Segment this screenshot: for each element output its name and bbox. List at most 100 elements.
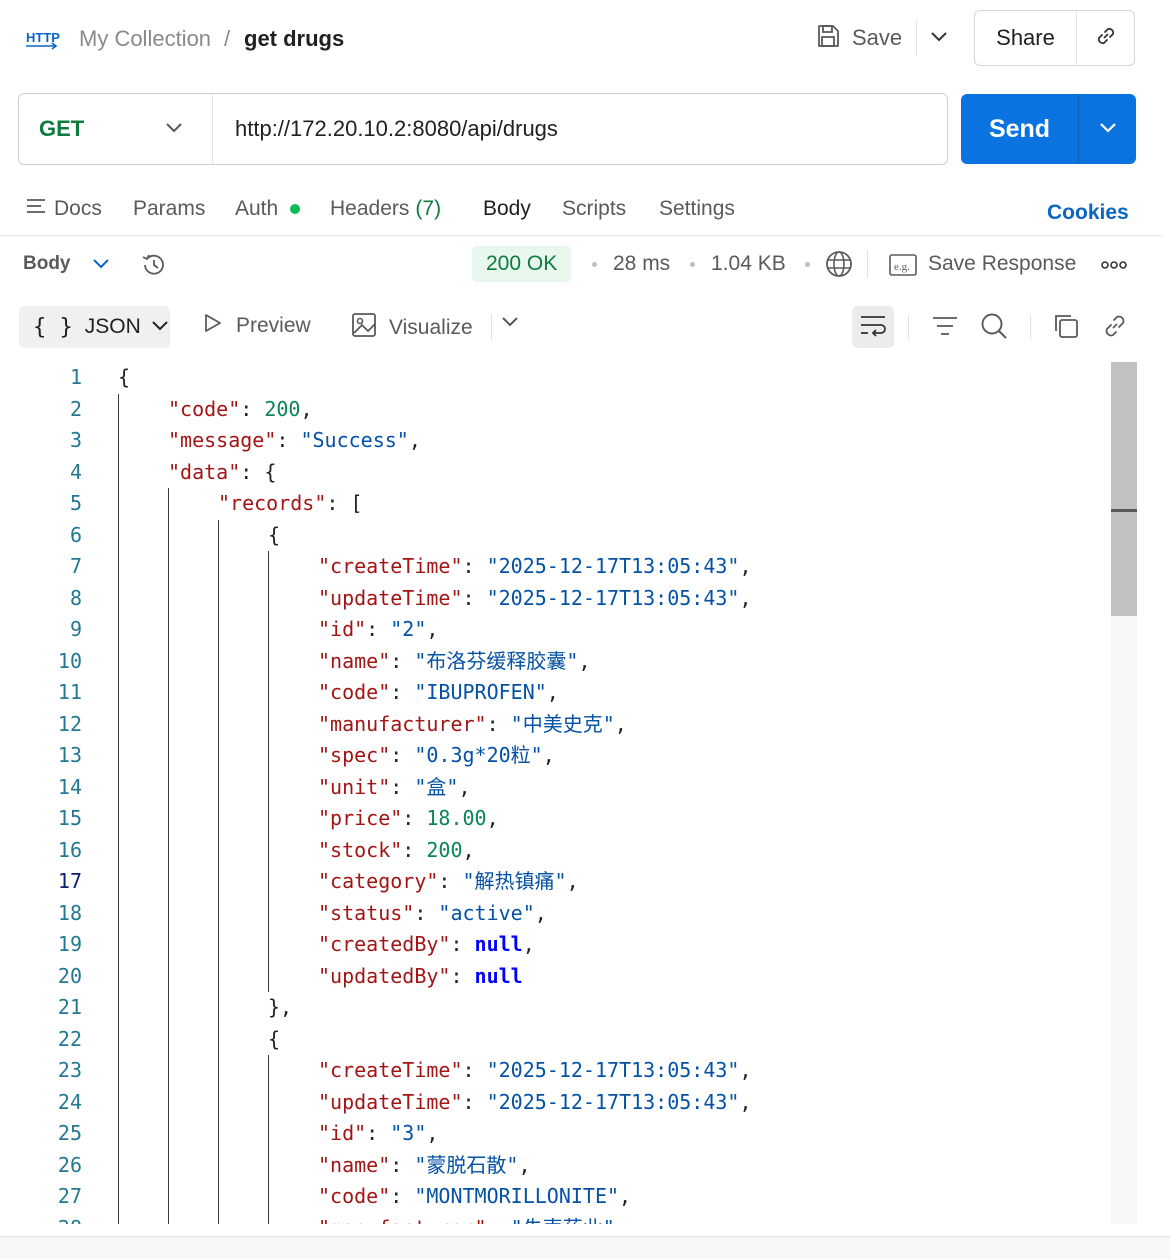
cookies-link[interactable]: Cookies	[1047, 201, 1129, 225]
link-icon[interactable]	[1100, 311, 1130, 346]
share-button[interactable]: Share	[975, 11, 1077, 65]
code-text: "code": "MONTMORILLONITE",	[318, 1181, 631, 1213]
more-options-icon[interactable]	[1100, 258, 1128, 276]
scrollbar-position-marker	[1111, 509, 1137, 512]
code-text: "createTime": "2025-12-17T13:05:43",	[318, 551, 752, 583]
code-text: "stock": 200,	[318, 835, 475, 867]
code-token: "code"	[168, 396, 241, 421]
code-text: "id": "2",	[318, 614, 438, 646]
send-button[interactable]: Send	[961, 94, 1079, 164]
code-text: "updateTime": "2025-12-17T13:05:43",	[318, 583, 752, 615]
code-token: :	[438, 869, 463, 893]
save-response-button[interactable]: Save Response	[928, 252, 1076, 276]
image-icon	[351, 312, 377, 344]
breadcrumb-separator: /	[224, 26, 231, 51]
line-number: 7	[69, 554, 82, 578]
response-body-select[interactable]: Body	[23, 253, 71, 275]
status-bar	[0, 1236, 1170, 1259]
tab-body[interactable]: Body	[483, 197, 531, 221]
code-token: "records"	[218, 491, 327, 515]
code-line: 9 "id": "2",	[0, 614, 1110, 646]
code-token: :	[240, 396, 265, 421]
code-token: "createTime"	[318, 554, 463, 578]
method-label: GET	[39, 116, 85, 141]
code-token: :	[390, 1184, 415, 1208]
code-token: "布洛芬缓释胶囊"	[414, 648, 579, 673]
send-group: Send	[961, 94, 1136, 164]
example-icon[interactable]: e.g.	[888, 252, 918, 283]
code-text: "records": [	[218, 488, 363, 520]
tab-params[interactable]: Params	[133, 197, 205, 221]
method-select[interactable]: GET	[19, 94, 213, 164]
code-text: "status": "active",	[318, 898, 547, 930]
response-body-editor[interactable]: 1{2 "code": 200, 3 "message": "Success", 4 "d…	[0, 362, 1110, 1224]
code-token: : [	[326, 491, 363, 515]
scrollbar-thumb[interactable]	[1111, 362, 1137, 616]
tab-headers[interactable]: Headers (7)	[330, 197, 441, 221]
code-line: 1{	[0, 362, 1110, 394]
code-token: "MONTMORILLONITE"	[414, 1184, 620, 1208]
code-line: 24 "updateTime": "2025-12-17T13:05:43",	[0, 1087, 1110, 1119]
divider	[491, 314, 492, 340]
request-bar: GET	[18, 93, 948, 165]
code-token: "updatedBy"	[318, 963, 451, 988]
line-number: 18	[57, 900, 82, 925]
code-line: 3 "message": "Success",	[0, 425, 1110, 457]
code-text: {	[268, 1024, 280, 1056]
code-line: 8 "updateTime": "2025-12-17T13:05:43",	[0, 583, 1110, 615]
filter-icon[interactable]	[931, 311, 959, 346]
code-token: :	[402, 806, 427, 830]
code-line: 21},	[0, 992, 1110, 1024]
code-token: {	[268, 522, 281, 547]
line-number: 23	[57, 1058, 82, 1082]
line-number: 28	[0, 1213, 82, 1225]
code-line: 22 {	[0, 1024, 1110, 1056]
tab-scripts[interactable]: Scripts	[562, 197, 626, 221]
code-token: :	[462, 554, 487, 578]
tab-auth[interactable]: Auth	[235, 197, 301, 221]
code-token: 18.00	[426, 806, 487, 830]
code-line: 10 "name": "布洛芬缓释胶囊",	[0, 646, 1110, 678]
globe-icon[interactable]	[824, 249, 854, 284]
code-text: "updateTime": "2025-12-17T13:05:43",	[318, 1087, 752, 1119]
wrap-lines-button[interactable]	[852, 306, 894, 348]
code-token: "active"	[438, 900, 535, 925]
url-input[interactable]	[213, 94, 947, 164]
request-title[interactable]: get drugs	[244, 26, 344, 52]
code-text: "name": "布洛芬缓释胶囊",	[318, 646, 590, 678]
code-text: "code": 200,	[168, 394, 313, 426]
copy-link-button[interactable]	[1077, 11, 1134, 65]
chevron-down-icon[interactable]	[91, 256, 111, 275]
preview-button[interactable]: Preview	[202, 312, 311, 340]
tab-settings[interactable]: Settings	[659, 197, 735, 221]
code-line: 25 "id": "3",	[0, 1118, 1110, 1150]
search-icon[interactable]	[979, 311, 1009, 346]
history-icon[interactable]	[139, 250, 169, 285]
code-token: "manufacturer"	[318, 1216, 487, 1225]
code-token: null	[474, 932, 523, 956]
indent-guide	[168, 488, 169, 1224]
line-number: 20	[57, 963, 82, 988]
format-select[interactable]: { } JSON	[19, 306, 170, 348]
code-token: ,	[566, 869, 579, 893]
chevron-down-icon[interactable]	[500, 314, 520, 333]
breadcrumb-collection[interactable]: My Collection	[79, 26, 211, 52]
code-token: "status"	[318, 900, 415, 925]
link-icon	[1092, 22, 1120, 55]
code-token: ,	[534, 900, 547, 925]
tab-docs[interactable]: Docs	[26, 197, 102, 221]
meta-separator	[690, 262, 695, 267]
send-options-button[interactable]	[1079, 94, 1136, 164]
code-token: 200	[426, 837, 463, 862]
line-number: 10	[57, 648, 82, 673]
visualize-button[interactable]: Visualize	[351, 312, 473, 344]
line-number: 17	[57, 869, 82, 893]
code-token: : {	[240, 459, 277, 484]
copy-icon[interactable]	[1051, 311, 1081, 346]
save-button[interactable]: Save	[814, 20, 902, 56]
code-token: :	[487, 1216, 511, 1225]
save-options-button[interactable]	[916, 20, 960, 56]
line-number: 6	[69, 522, 82, 547]
code-line: 12 "manufacturer": "中美史克",	[0, 709, 1110, 741]
code-token: 200	[264, 396, 301, 421]
